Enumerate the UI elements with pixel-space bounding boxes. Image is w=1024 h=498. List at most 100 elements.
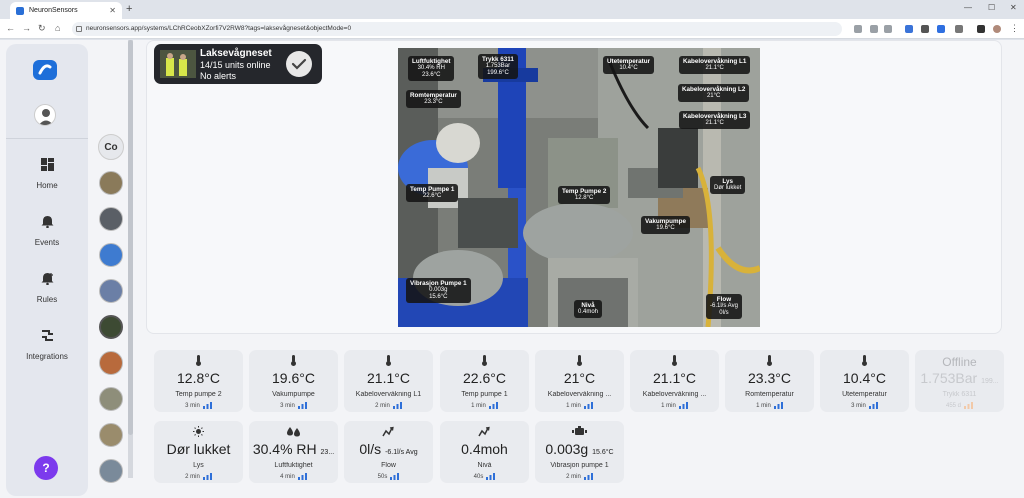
last-seen-text: 3 min xyxy=(185,403,200,409)
last-seen-text: 40s xyxy=(473,474,484,480)
sensor-card[interactable]: 19.6°C Vakumpumpe 3 min xyxy=(249,350,338,412)
browser-tab[interactable]: NeuronSensors ✕ xyxy=(10,2,122,19)
sensor-card[interactable]: Dør lukket Lys 2 min xyxy=(154,421,243,483)
photo-tag-kabel-l2[interactable]: Kabelovervåkning L2 21°C xyxy=(678,84,750,102)
puzzle-icon[interactable] xyxy=(955,25,963,33)
system-thumb-selected[interactable] xyxy=(99,315,123,339)
maximize-icon[interactable]: ☐ xyxy=(988,3,995,12)
last-seen-text: 3 min xyxy=(280,403,295,409)
scrollbar-thumb[interactable] xyxy=(128,40,133,435)
photo-tag-flow[interactable]: Flow -6.1l/s Avg 0l/s xyxy=(706,294,742,319)
back-icon[interactable]: ← xyxy=(6,23,15,33)
tag-value: 10.4°C xyxy=(619,65,638,71)
company-avatar[interactable]: Co xyxy=(98,134,124,160)
nav-events-label: Events xyxy=(34,238,60,247)
sensor-card[interactable]: 0.003g 15.6°C Vibrasjon pumpe 1 2 min xyxy=(535,421,624,483)
bell-plus-icon xyxy=(41,273,53,285)
photo-tag-utetemperatur[interactable]: Utetemperatur 10.4°C xyxy=(603,56,655,74)
sensor-card[interactable]: 21°C Kabelovervåkning ... 1 min xyxy=(535,350,624,412)
sensor-card-offline[interactable]: Offline 1.753Bar 199... Trykk 6311 455 d xyxy=(915,350,1004,412)
url-text: neuronsensors.app/systems/LChRCeobXZorfi… xyxy=(86,25,352,32)
extension-icon[interactable] xyxy=(921,25,929,33)
photo-tag-lys[interactable]: Lys Dør lukket xyxy=(710,176,746,194)
sensor-name: Nivå xyxy=(477,462,492,469)
sensor-card[interactable]: 30.4% RH 23... Luftfuktighet 4 min xyxy=(249,421,338,483)
alerts-status: No alerts xyxy=(200,71,237,81)
light-icon xyxy=(193,426,204,437)
forward-icon[interactable]: → xyxy=(22,23,31,33)
sensor-value: 21.1°C xyxy=(653,370,696,386)
close-tab-icon[interactable]: ✕ xyxy=(109,6,116,15)
home-icon[interactable]: ⌂ xyxy=(55,23,60,33)
photo-tag-romtemperatur[interactable]: Romtemperatur 23.3°C xyxy=(406,90,461,108)
system-thumb[interactable] xyxy=(99,171,123,195)
logo-icon[interactable] xyxy=(33,60,57,80)
sensor-name: Utetemperatur xyxy=(842,391,887,398)
star-icon[interactable] xyxy=(884,25,892,33)
sidepanel-icon[interactable] xyxy=(977,25,985,33)
sensor-last-seen: 4 min xyxy=(249,473,338,480)
system-thumb[interactable] xyxy=(99,351,123,375)
last-seen-text: 455 d xyxy=(945,403,961,409)
cast-icon[interactable] xyxy=(854,25,862,33)
tag-value: Dør lukket xyxy=(714,185,742,191)
sensor-name: Trykk 6311 xyxy=(942,391,977,398)
system-photo xyxy=(160,50,196,78)
sensor-last-seen: 1 min xyxy=(535,402,624,409)
profile-icon[interactable] xyxy=(993,25,1001,33)
sensor-value: 19.6°C xyxy=(272,370,315,386)
system-thumb[interactable] xyxy=(99,243,123,267)
nav-events[interactable]: Events xyxy=(6,215,88,255)
system-thumb[interactable] xyxy=(99,459,123,483)
address-bar[interactable]: neuronsensors.app/systems/LChRCeobXZorfi… xyxy=(72,22,842,36)
signal-icon xyxy=(202,402,212,409)
reload-icon[interactable]: ↻ xyxy=(38,23,46,34)
photo-tag-vibrasjon[interactable]: Vibrasjon Pumpe 1 0.003g 15.6°C xyxy=(406,278,471,303)
nav-rules[interactable]: Rules xyxy=(6,272,88,312)
sensor-last-seen: 3 min xyxy=(820,402,909,409)
system-thumb[interactable] xyxy=(99,423,123,447)
new-tab-icon[interactable]: + xyxy=(126,3,132,15)
system-card[interactable]: Laksevågneset 14/15 units online No aler… xyxy=(154,44,322,84)
sensor-card[interactable]: 21.1°C Kabelovervåkning ... 1 min xyxy=(630,350,719,412)
window-close-icon[interactable]: ✕ xyxy=(1010,3,1017,12)
humidity-value: 30.4% RH xyxy=(252,441,317,457)
tag-name: Luftfuktighet xyxy=(412,58,451,65)
sensor-card[interactable]: 22.6°C Temp pumpe 1 1 min xyxy=(440,350,529,412)
photo-tag-temp-pumpe-2[interactable]: Temp Pumpe 2 12.8°C xyxy=(558,186,611,204)
last-seen-text: 1 min xyxy=(661,403,676,409)
photo-tag-luftfuktighet[interactable]: Luftfuktighet 30.4% RH 23.6°C xyxy=(408,56,455,81)
user-avatar[interactable] xyxy=(34,104,56,126)
tag-value: 12.8°C xyxy=(574,195,594,201)
help-button[interactable]: ? xyxy=(34,456,58,480)
tag-value: 21.1°C xyxy=(705,120,724,126)
system-thumb[interactable] xyxy=(99,279,123,303)
sensor-card[interactable]: 21.1°C Kabelovervåkning L1 2 min xyxy=(344,350,433,412)
photo-tag-temp-pumpe-1[interactable]: Temp Pumpe 1 22.6°C xyxy=(406,184,459,202)
sensor-last-seen: 1 min xyxy=(725,402,814,409)
nav-integrations[interactable]: Integrations xyxy=(6,329,88,369)
nav-home[interactable]: Home xyxy=(6,158,88,198)
photo-tag-niva[interactable]: Nivå 0.4moh xyxy=(574,300,603,318)
sensor-card[interactable]: 12.8°C Temp pumpe 2 3 min xyxy=(154,350,243,412)
photo-tag-trykk[interactable]: Trykk 6311 1.753Bar 199.6°C xyxy=(478,54,518,79)
system-thumb[interactable] xyxy=(99,207,123,231)
tag-value: 21.1°C xyxy=(705,65,724,71)
humidity-icon xyxy=(287,427,300,437)
photo-tag-kabel-l1[interactable]: Kabelovervåkning L1 21.1°C xyxy=(679,56,751,74)
minimize-icon[interactable]: — xyxy=(964,3,972,12)
extension-icon[interactable] xyxy=(905,25,913,33)
menu-icon[interactable]: ⋮ xyxy=(1010,23,1019,34)
sensor-card[interactable]: 0l/s -6.1l/s Avg Flow 50s xyxy=(344,421,433,483)
extension-icon[interactable] xyxy=(937,25,945,33)
nav-integrations-label: Integrations xyxy=(26,352,68,361)
system-thumb[interactable] xyxy=(99,387,123,411)
sensor-card[interactable]: 10.4°C Utetemperatur 3 min xyxy=(820,350,909,412)
photo-tag-vakumpumpe[interactable]: Vakumpumpe 19.6°C xyxy=(641,216,690,234)
photo-tag-kabel-l3[interactable]: Kabelovervåkning L3 21.1°C xyxy=(679,111,751,129)
signal-icon xyxy=(583,402,593,409)
zoom-icon[interactable] xyxy=(870,25,878,33)
browser-toolbar: ← → ↻ ⌂ neuronsensors.app/systems/LChRCe… xyxy=(0,19,1024,39)
sensor-card[interactable]: 23.3°C Romtemperatur 1 min xyxy=(725,350,814,412)
sensor-card[interactable]: 0.4moh Nivå 40s xyxy=(440,421,529,483)
